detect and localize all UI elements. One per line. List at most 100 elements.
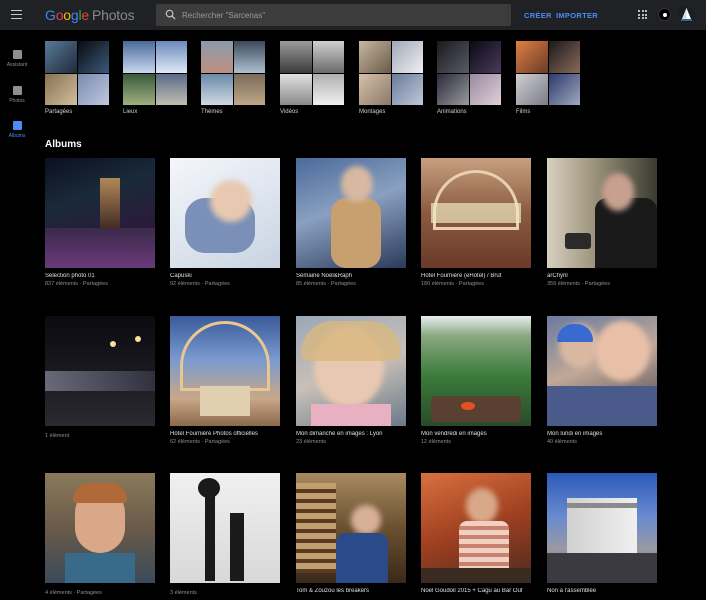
album-item-count: 23 éléments: [296, 439, 326, 445]
album-item-count: 1 élément: [45, 433, 70, 439]
notifications-icon[interactable]: [658, 8, 671, 21]
album-thumbnail[interactable]: [170, 316, 280, 426]
category-label: Thèmes: [201, 109, 223, 115]
album-shared-status: Partagées: [204, 439, 230, 445]
album-card[interactable]: 1 élément: [45, 316, 155, 439]
album-thumbnail[interactable]: [296, 473, 406, 583]
album-card[interactable]: arChyril 359 éléments · Partagées: [547, 158, 657, 287]
category-montages[interactable]: Montages: [359, 41, 423, 115]
album-title: Mon dimanche en images : Lyon: [296, 431, 383, 437]
album-thumbnail[interactable]: [421, 158, 531, 268]
top-app-bar: GooglePhotos CRÉER IMPORTER: [0, 0, 706, 30]
search-bar[interactable]: [156, 4, 511, 26]
album-item-count: 85 éléments: [296, 281, 326, 287]
category-collage: [45, 41, 109, 105]
album-thumbnail[interactable]: [45, 316, 155, 426]
album-shared-status: Partagées: [76, 590, 102, 596]
album-item-count: 92 éléments: [170, 281, 200, 287]
album-meta: 23 éléments: [296, 439, 406, 445]
album-card[interactable]: Capuski 92 éléments · Partagées: [170, 158, 280, 287]
create-button[interactable]: CRÉER: [524, 11, 552, 20]
album-card[interactable]: Sélection photo 01 837 éléments · Partag…: [45, 158, 155, 287]
album-card[interactable]: Hotel Fournière (eHotel) / Brut 180 élém…: [421, 158, 531, 287]
album-thumbnail[interactable]: [45, 158, 155, 268]
album-item-count: 3 éléments: [170, 590, 197, 596]
search-icon[interactable]: [165, 9, 176, 20]
category-videos[interactable]: Vidéos: [280, 41, 344, 115]
album-item-count: 359 éléments: [547, 281, 581, 287]
album-meta: 837 éléments · Partagées: [45, 281, 108, 287]
category-animations[interactable]: Animations: [437, 41, 501, 115]
album-card[interactable]: 4 éléments · Partagées: [45, 473, 155, 596]
album-title: Mon lundi en images: [547, 431, 603, 437]
account-avatar-icon[interactable]: [678, 6, 695, 23]
category-label: Vidéos: [280, 109, 299, 115]
album-title: Mon vendredi en images: [421, 431, 487, 437]
nav-item-albums[interactable]: Albums: [0, 121, 34, 139]
album-meta: 85 éléments · Partagées: [296, 281, 356, 287]
category-shared[interactable]: Partagées: [45, 41, 109, 115]
google-photos-logo[interactable]: Google Photos: [45, 7, 135, 23]
album-card[interactable]: 3 éléments: [170, 473, 280, 596]
album-thumbnail[interactable]: [296, 158, 406, 268]
albums-icon: [12, 121, 22, 130]
nav-item-label: Assistant: [6, 62, 28, 68]
album-shared-status: Partagées: [330, 281, 356, 287]
apps-grid-icon[interactable]: [638, 10, 647, 19]
album-card[interactable]: Mon lundi en images 40 éléments: [547, 316, 657, 445]
album-card[interactable]: Mon vendredi en images 12 éléments: [421, 316, 531, 445]
album-shared-status: Partagées: [82, 281, 108, 287]
album-card[interactable]: Mon dimanche en images : Lyon 23 élément…: [296, 316, 406, 445]
album-meta: 3 éléments: [170, 590, 280, 596]
logo-letter: e: [81, 7, 89, 23]
category-films[interactable]: Films: [516, 41, 580, 115]
album-thumbnail[interactable]: [421, 316, 531, 426]
album-meta: 62 éléments · Partagées: [170, 439, 230, 445]
album-card[interactable]: Hotel Fournière Photos officielles 62 él…: [170, 316, 280, 445]
category-label: Lieux: [123, 109, 138, 115]
photos-icon: [12, 86, 22, 95]
category-collage: [359, 41, 423, 105]
search-input[interactable]: [182, 7, 502, 23]
album-thumbnail[interactable]: [296, 316, 406, 426]
category-label: Films: [516, 109, 531, 115]
nav-item-assistant[interactable]: Assistant: [0, 50, 34, 68]
album-card[interactable]: Noel Goudoil 2015 + Cagu au Bar Ouf: [421, 473, 531, 594]
import-button[interactable]: IMPORTER: [556, 11, 598, 20]
album-meta: 1 élément: [45, 433, 155, 439]
album-thumbnail[interactable]: [547, 158, 657, 268]
nav-item-photos[interactable]: Photos: [0, 86, 34, 104]
album-item-count: 62 éléments: [170, 439, 200, 445]
album-title: Hotel Fournière (eHotel) / Brut: [421, 273, 502, 279]
album-title: arChyril: [547, 273, 568, 279]
album-title: Semaine Noël&Raph: [296, 273, 353, 279]
category-themes[interactable]: Thèmes: [201, 41, 265, 115]
album-meta: 180 éléments · Partagées: [421, 281, 484, 287]
album-thumbnail[interactable]: [45, 473, 155, 583]
album-card[interactable]: Non à l'assemblée: [547, 473, 657, 594]
album-meta: 92 éléments · Partagées: [170, 281, 230, 287]
album-item-count: 40 éléments: [547, 439, 577, 445]
hamburger-menu-icon[interactable]: [11, 10, 22, 19]
album-thumbnail[interactable]: [170, 158, 280, 268]
album-item-count: 837 éléments: [45, 281, 79, 287]
album-card[interactable]: Semaine Noël&Raph 85 éléments · Partagée…: [296, 158, 406, 287]
album-thumbnail[interactable]: [170, 473, 280, 583]
album-title: Capuski: [170, 273, 192, 279]
album-thumbnail[interactable]: [547, 316, 657, 426]
album-thumbnail[interactable]: [547, 473, 657, 583]
nav-item-label: Photos: [9, 98, 25, 104]
album-thumbnail[interactable]: [421, 473, 531, 583]
category-collage: [280, 41, 344, 105]
category-collage: [516, 41, 580, 105]
album-meta: 359 éléments · Partagées: [547, 281, 610, 287]
album-meta: 40 éléments: [547, 439, 657, 445]
album-title: Tom & Zouzou les breakers: [296, 588, 370, 594]
side-navigation: Assistant Photos Albums: [0, 30, 34, 600]
category-label: Montages: [359, 109, 386, 115]
album-title: Noel Goudoil 2015 + Cagu au Bar Ouf: [421, 588, 523, 594]
category-places[interactable]: Lieux: [123, 41, 187, 115]
category-collage: [437, 41, 501, 105]
category-label: Animations: [437, 109, 467, 115]
album-card[interactable]: Tom & Zouzou les breakers: [296, 473, 406, 594]
